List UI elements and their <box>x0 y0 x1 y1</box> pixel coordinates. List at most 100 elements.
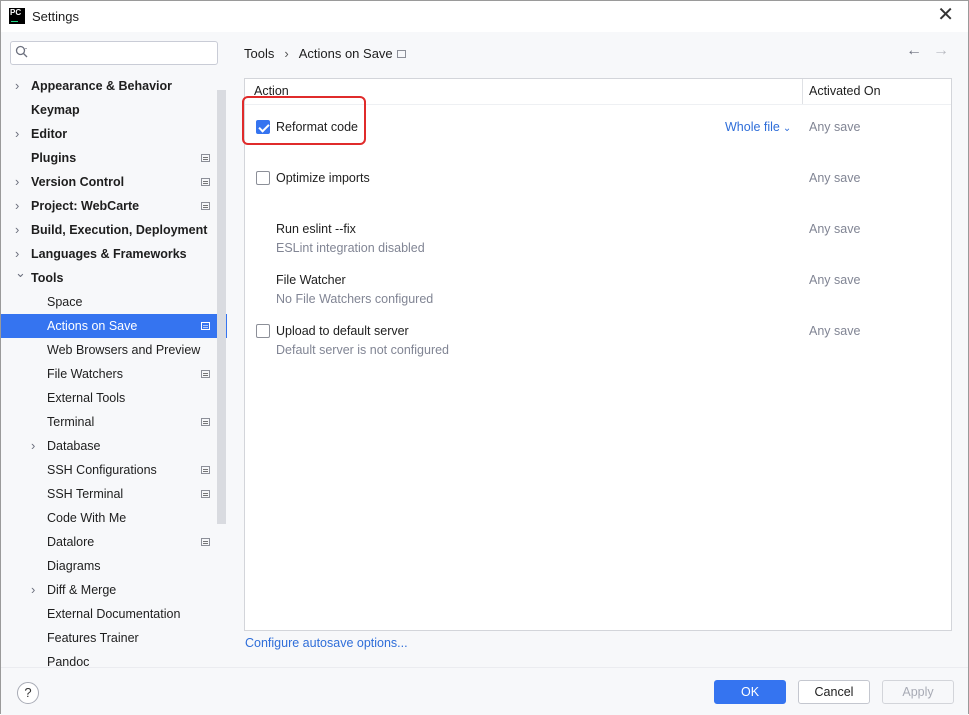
action-name: Run eslint --fix <box>276 222 356 236</box>
sidebar-item-pandoc[interactable]: Pandoc <box>1 650 227 667</box>
sidebar-item-label: Keymap <box>31 103 80 117</box>
action-row-optimize-imports: Optimize imports Any save <box>245 163 951 214</box>
settings-search-field[interactable] <box>10 41 218 65</box>
activated-on-value: Any save <box>809 222 861 236</box>
sidebar-item-label: Version Control <box>31 175 125 189</box>
sidebar-item-keymap[interactable]: Keymap <box>1 98 227 122</box>
configure-autosave-link[interactable]: Configure autosave options... <box>245 636 408 650</box>
sidebar-item-label: Pandoc <box>47 655 90 667</box>
sidebar-item-appearance-behavior[interactable]: › Appearance & Behavior <box>1 74 227 98</box>
cancel-button[interactable]: Cancel <box>798 680 870 704</box>
sidebar-item-editor[interactable]: › Editor <box>1 122 227 146</box>
action-subtitle: Default server is not configured <box>276 343 450 357</box>
sidebar-item-label: Diagrams <box>47 559 101 573</box>
sidebar-item-label: Actions on Save <box>47 319 138 333</box>
sidebar-item-version-control[interactable]: › Version Control <box>1 170 227 194</box>
sidebar-item-project-webcarte[interactable]: › Project: WebCarte <box>1 194 227 218</box>
action-subtitle: ESLint integration disabled <box>276 241 425 255</box>
search-icon <box>15 45 28 58</box>
chevron-right-icon[interactable]: › <box>15 170 25 194</box>
title-bar: PC Settings ✕ <box>1 1 968 32</box>
sidebar-item-ssh-configurations[interactable]: SSH Configurations <box>1 458 227 482</box>
sidebar-item-actions-on-save[interactable]: Actions on Save <box>1 314 227 338</box>
close-icon[interactable]: ✕ <box>937 5 954 25</box>
project-level-icon <box>201 178 210 186</box>
action-name[interactable]: Upload to default server <box>276 324 409 338</box>
sidebar-item-web-browsers-and-preview[interactable]: Web Browsers and Preview <box>1 338 227 362</box>
sidebar-item-diff-merge[interactable]: › Diff & Merge <box>1 578 227 602</box>
activated-on-value: Any save <box>809 171 861 185</box>
dialog-button-bar: ? OK Cancel Apply <box>1 667 968 715</box>
chevron-right-icon[interactable]: › <box>31 578 41 602</box>
sidebar-item-external-documentation[interactable]: External Documentation <box>1 602 227 626</box>
search-input[interactable] <box>33 44 213 62</box>
settings-window: PC Settings ✕ › Appearance & Behavior Keym… <box>0 0 969 715</box>
pycharm-app-icon: PC <box>9 8 25 24</box>
sidebar-item-space[interactable]: Space <box>1 290 227 314</box>
sidebar-item-build-execution-deployment[interactable]: › Build, Execution, Deployment <box>1 218 227 242</box>
sidebar-item-label: Diff & Merge <box>47 583 117 597</box>
action-row-upload-to-default-server: Upload to default server Default server i… <box>245 316 951 367</box>
sidebar-item-label: File Watchers <box>47 367 123 381</box>
sidebar-item-label: Tools <box>31 271 64 285</box>
sidebar-item-label: Web Browsers and Preview <box>47 343 201 357</box>
sidebar-item-terminal[interactable]: Terminal <box>1 410 227 434</box>
sidebar-item-file-watchers[interactable]: File Watchers <box>1 362 227 386</box>
sidebar-item-database[interactable]: › Database <box>1 434 227 458</box>
breadcrumb: Tools › Actions on Save <box>244 46 393 61</box>
chevron-down-icon[interactable]: ⌄ <box>15 261 26 285</box>
sidebar-item-ssh-terminal[interactable]: SSH Terminal <box>1 482 227 506</box>
sidebar-item-code-with-me[interactable]: Code With Me <box>1 506 227 530</box>
sidebar-item-features-trainer[interactable]: Features Trainer <box>1 626 227 650</box>
upload-to-default-server-checkbox[interactable] <box>256 324 270 338</box>
project-level-icon <box>201 490 210 498</box>
optimize-imports-checkbox[interactable] <box>256 171 270 185</box>
activated-on-value: Any save <box>809 120 861 134</box>
project-level-icon <box>201 466 210 474</box>
sidebar-scrollbar[interactable] <box>217 90 226 524</box>
arrow-left-icon[interactable]: ← <box>906 42 922 60</box>
action-row-file-watcher: File Watcher No File Watchers configured A… <box>245 265 951 316</box>
sidebar-item-label: Appearance & Behavior <box>31 79 173 93</box>
settings-sidebar: › Appearance & Behavior Keymap › Editor Plugi… <box>1 32 227 667</box>
action-name[interactable]: Optimize imports <box>276 171 370 185</box>
chevron-right-icon[interactable]: › <box>15 218 25 242</box>
sidebar-item-label: Datalore <box>47 535 95 549</box>
scope-dropdown[interactable]: Whole file ⌄ <box>725 120 791 134</box>
sidebar-item-label: SSH Configurations <box>47 463 157 477</box>
project-level-icon <box>201 154 210 162</box>
sidebar-item-label: Plugins <box>31 151 77 165</box>
sidebar-item-languages-frameworks[interactable]: › Languages & Frameworks <box>1 242 227 266</box>
sidebar-item-label: Terminal <box>47 415 95 429</box>
breadcrumb-tools[interactable]: Tools <box>244 46 274 61</box>
apply-button[interactable]: Apply <box>882 680 954 704</box>
chevron-right-icon[interactable]: › <box>15 194 25 218</box>
window-title: Settings <box>32 9 79 24</box>
ok-button[interactable]: OK <box>714 680 786 704</box>
sidebar-item-diagrams[interactable]: Diagrams <box>1 554 227 578</box>
sidebar-item-label: External Tools <box>47 391 126 405</box>
sidebar-item-label: Build, Execution, Deployment <box>31 223 208 237</box>
sidebar-item-datalore[interactable]: Datalore <box>1 530 227 554</box>
chevron-right-icon[interactable]: › <box>31 434 41 458</box>
chevron-right-icon[interactable]: › <box>15 74 25 98</box>
sidebar-item-label: Database <box>47 439 101 453</box>
sidebar-item-external-tools[interactable]: External Tools <box>1 386 227 410</box>
activated-on-value: Any save <box>809 324 861 338</box>
arrow-right-icon[interactable]: → <box>933 42 949 60</box>
help-button[interactable]: ? <box>17 682 39 704</box>
sidebar-item-plugins[interactable]: Plugins <box>1 146 227 170</box>
chevron-right-icon[interactable]: › <box>15 122 25 146</box>
project-level-icon <box>201 202 210 210</box>
project-level-icon <box>201 538 210 546</box>
activated-on-value: Any save <box>809 273 861 287</box>
settings-tree: › Appearance & Behavior Keymap › Editor Plugi… <box>1 74 227 667</box>
sidebar-item-label: Languages & Frameworks <box>31 247 187 261</box>
column-header-activated-on[interactable]: Activated On <box>809 79 881 104</box>
action-name: File Watcher <box>276 273 346 287</box>
sidebar-item-label: Project: WebCarte <box>31 199 140 213</box>
breadcrumb-actions-on-save: Actions on Save <box>298 46 393 61</box>
sidebar-item-tools[interactable]: ⌄ Tools <box>1 265 227 290</box>
sidebar-item-label: Features Trainer <box>47 631 139 645</box>
scope-dropdown-label: Whole file <box>725 120 780 134</box>
